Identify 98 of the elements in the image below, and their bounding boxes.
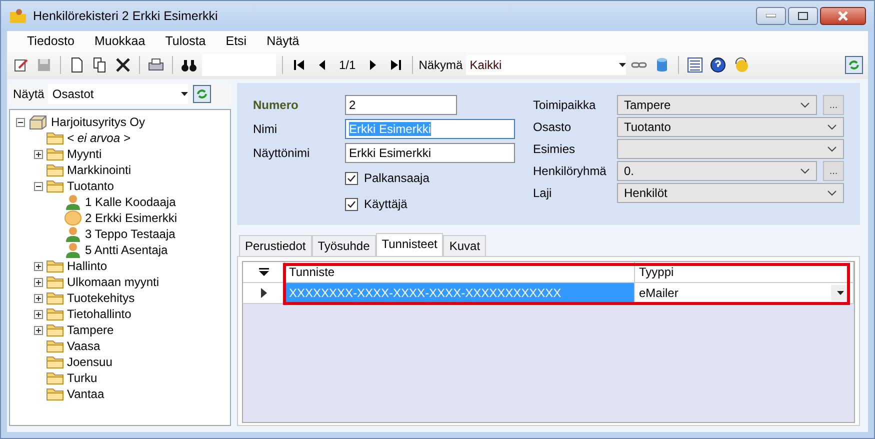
minimize-button[interactable] [756,7,786,25]
field-label: Henkilöryhmä [533,163,608,180]
person-icon [64,241,82,259]
tree-item[interactable]: Tampere [67,323,114,337]
tree-item[interactable]: 1 Kalle Koodaaja [85,195,176,209]
dropdown-field[interactable] [617,139,844,159]
maximize-button[interactable] [788,7,818,25]
folder-icon [46,131,64,145]
menu-item[interactable]: Näytä [256,31,310,51]
folder-icon [46,275,64,289]
field-label: Toimipaikka [533,97,597,114]
tree-item[interactable]: Vaasa [67,339,100,353]
field-label: Nimi [253,121,278,138]
minimize-icon [766,14,776,18]
field-label: Esimies [533,141,576,158]
expand-toggle[interactable] [34,182,43,190]
tree-item[interactable]: Tietohallinto [67,307,132,321]
folder-icon [46,163,64,177]
person-icon [64,225,82,243]
circle-icon [64,210,82,226]
input-field[interactable]: Erkki Esimerkki [345,143,515,163]
filter-label: Näytä [13,87,44,101]
tree-item[interactable]: Markkinointi [67,163,132,177]
dropdown-field[interactable]: Tampere [617,95,817,115]
chevron-icon [827,146,837,152]
record-position: 1/1 [338,58,357,72]
folder-icon [46,371,64,385]
close-button[interactable] [820,7,866,25]
tree-item[interactable]: 2 Erkki Esimerkki [85,211,178,225]
tree-item[interactable]: < ei arvoa > [67,131,130,145]
caret-icon [618,63,626,67]
menu-item[interactable]: Muokkaa [84,31,156,51]
folder-icon [46,307,64,321]
browse-button[interactable]: ... [823,95,844,115]
dropdown-field[interactable]: Henkilöt [617,183,844,203]
tree-item[interactable]: Myynti [67,147,102,161]
person-icon [64,193,82,211]
filter-dropdown[interactable]: Osastot [48,84,188,104]
expand-toggle[interactable] [34,278,43,286]
tab[interactable]: Työsuhde [312,235,376,256]
maximize-icon [798,12,808,20]
menu-item[interactable]: Tulosta [155,31,216,51]
checkbox[interactable] [345,172,358,184]
menu-item[interactable]: Etsi [216,31,257,51]
tab[interactable]: Kuvat [443,235,486,256]
field-label: Osasto [533,119,572,136]
dropdown-field[interactable]: 0. [617,161,817,181]
expand-toggle[interactable] [34,294,43,302]
folder-icon [46,147,64,161]
caret-icon [181,92,188,96]
tree-item[interactable]: 3 Teppo Testaaja [85,227,176,241]
field-label: Laji [533,185,553,202]
menu-item[interactable]: Tiedosto [17,31,84,51]
folder-icon [46,323,64,337]
tree-item[interactable]: 5 Antti Asentaja [85,243,168,257]
tree-item[interactable]: Hallinto [67,259,108,273]
folder-icon [46,339,64,353]
folder-icon [46,179,64,193]
field-label: Näyttönimi [253,145,311,162]
chevron-icon [800,168,810,174]
tab[interactable]: Perustiedot [239,235,312,256]
tree-item[interactable]: Tuotanto [67,179,114,193]
list-icon[interactable] [684,55,705,75]
folder-icon [46,387,64,401]
browse-button[interactable]: ... [823,161,844,181]
chevron-icon [800,102,810,108]
app-icon [9,8,27,24]
tree-item[interactable]: Tuotekehitys [67,291,135,305]
tab[interactable]: Tunnisteet [376,233,444,256]
help-icon[interactable] [708,55,728,75]
caret-icon [836,291,844,295]
window-title: Henkilörekisteri 2 Erkki Esimerkki [33,9,219,23]
tree-item[interactable]: Harjoitusyritys Oy [51,115,146,129]
folder-icon [46,259,64,273]
filter-icon[interactable] [258,268,268,276]
checkbox-label: Palkansaaja [364,171,430,185]
expand-toggle[interactable] [34,326,43,334]
building-icon [28,114,48,130]
dropdown-field[interactable]: Tuotanto [617,117,844,137]
tree-item[interactable]: Joensuu [67,355,112,369]
checkbox[interactable] [345,198,358,210]
checkbox-label: Käyttäjä [364,197,408,211]
expand-toggle[interactable] [34,262,43,270]
chevron-icon [827,190,837,196]
expand-toggle[interactable] [34,310,43,318]
tree-item[interactable]: Vantaa [67,387,104,401]
field-label: Numero [253,97,300,114]
tree-item[interactable]: Turku [67,371,98,385]
chevron-icon [827,124,837,130]
expand-toggle[interactable] [16,118,25,126]
expand-toggle[interactable] [34,150,43,158]
folder-icon [46,291,64,305]
close-icon [837,11,849,21]
view-dropdown[interactable]: Kaikki [466,55,626,75]
folder-icon [46,355,64,369]
input-field[interactable]: 2 [345,95,457,115]
tree-item[interactable]: Ulkomaan myynti [67,275,160,289]
view-label: Näkymä [418,58,463,72]
